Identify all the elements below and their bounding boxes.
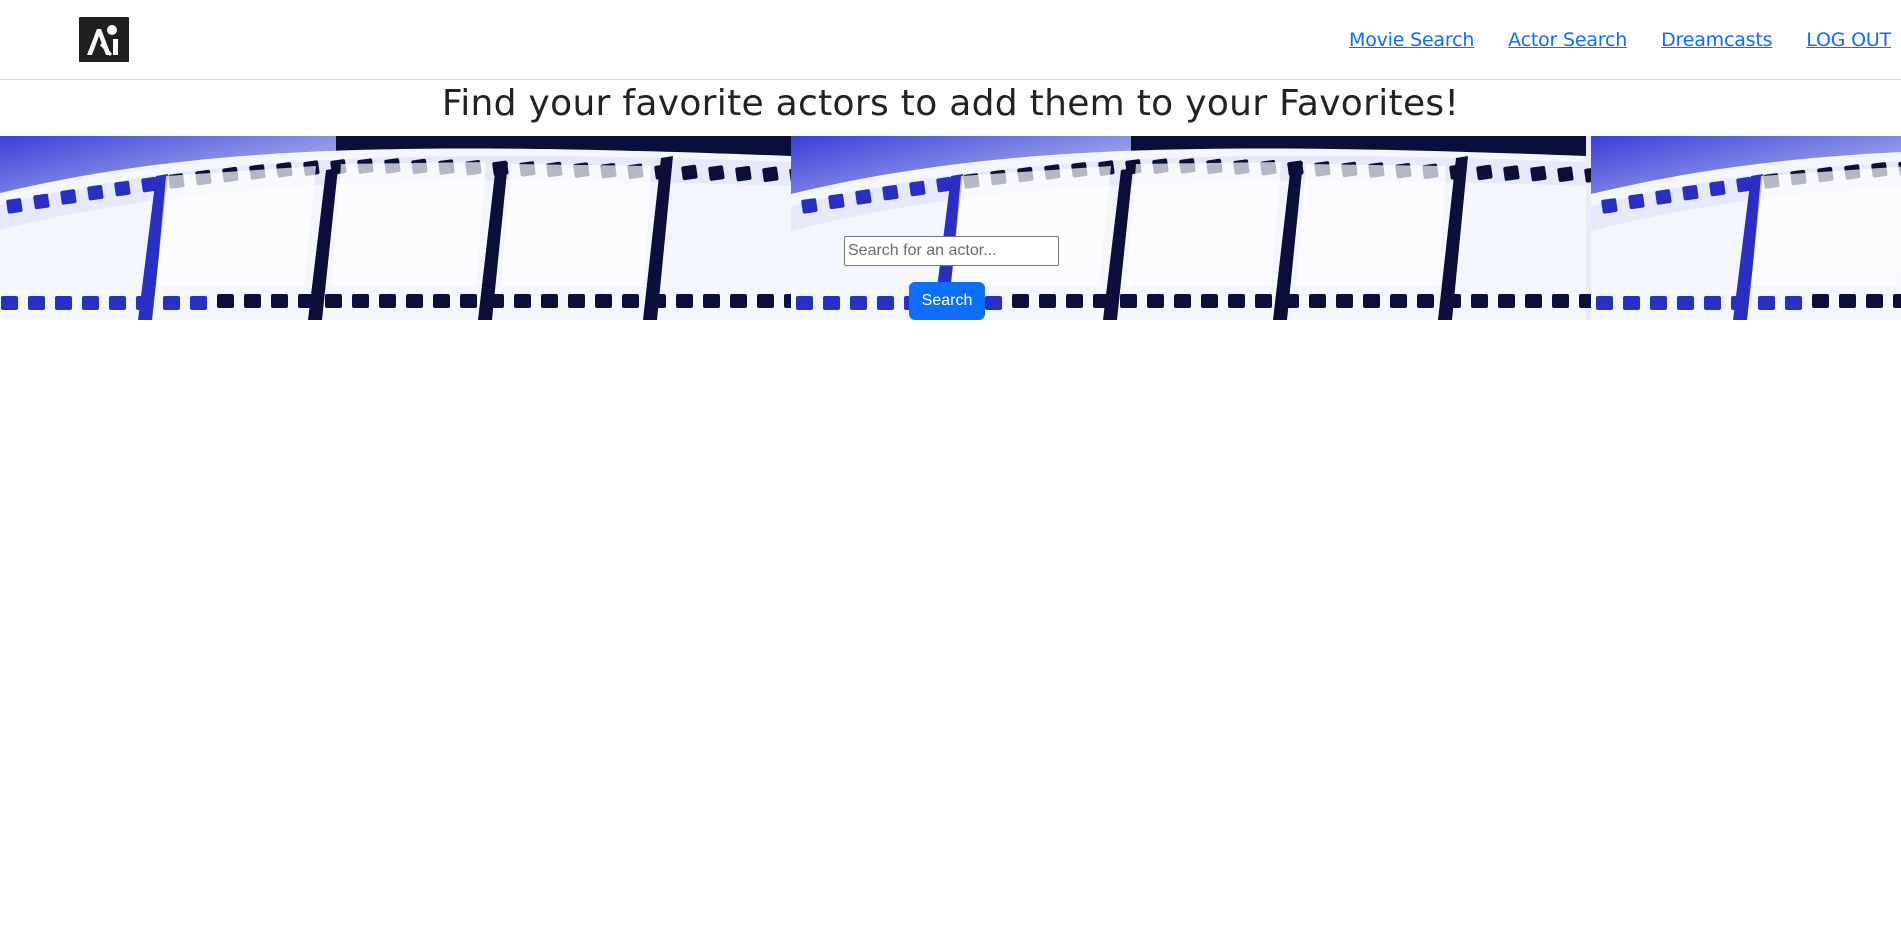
navbar: Movie Search Actor Search Dreamcasts LOG… (0, 0, 1901, 80)
nav-links: Movie Search Actor Search Dreamcasts LOG… (1349, 27, 1891, 53)
search-button[interactable]: Search (909, 282, 985, 320)
actor-search-input[interactable] (844, 236, 1059, 266)
nav-movie-search-link[interactable]: Movie Search (1349, 29, 1474, 51)
nav-dreamcasts-link[interactable]: Dreamcasts (1661, 29, 1772, 51)
page-title: Find your favorite actors to add them to… (441, 83, 1460, 124)
page: Movie Search Actor Search Dreamcasts LOG… (0, 0, 1901, 933)
nav-logout-link[interactable]: LOG OUT (1806, 29, 1891, 51)
nav-actor-search-link[interactable]: Actor Search (1508, 29, 1627, 51)
site-logo-icon[interactable] (79, 17, 129, 62)
